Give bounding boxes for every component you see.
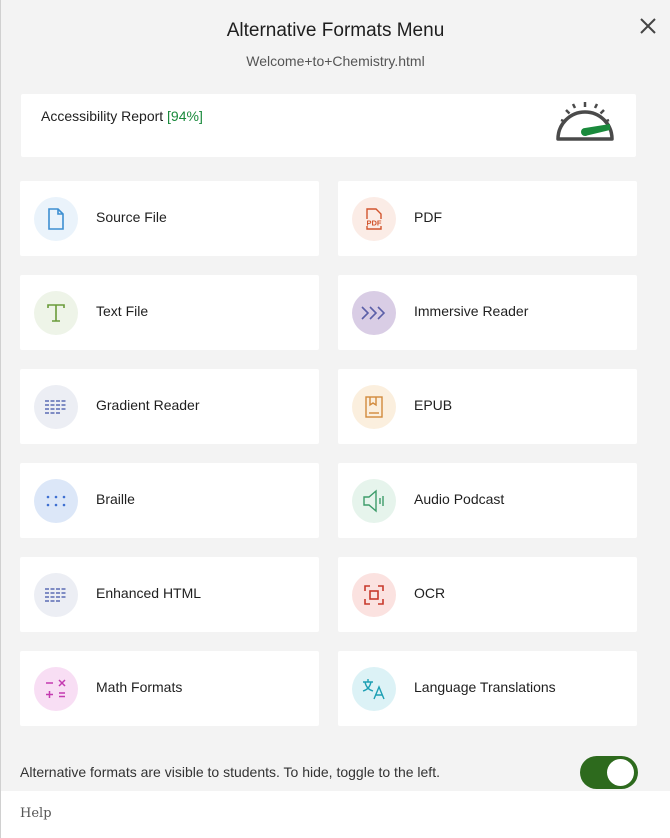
format-label: Math Formats [96,679,183,695]
html-lines-icon [34,573,78,617]
gradient-lines-icon [34,385,78,429]
format-tile-math-formats[interactable]: Math Formats [20,651,319,726]
help-bar: Help [1,791,670,838]
help-link[interactable]: Help [20,806,52,821]
format-tile-enhanced-html[interactable]: Enhanced HTML [20,557,319,632]
chevrons-right-icon [352,291,396,335]
format-tile-ocr[interactable]: OCR [338,557,637,632]
braille-dots-icon [34,479,78,523]
format-tile-text-file[interactable]: Text File [20,275,319,350]
format-label: EPUB [414,397,453,413]
text-t-icon [34,291,78,335]
format-tile-source-file[interactable]: Source File [20,181,319,256]
math-symbols-icon [34,667,78,711]
format-tile-immersive-reader[interactable]: Immersive Reader [338,275,637,350]
format-tile-epub[interactable]: EPUB [338,369,637,444]
accessibility-report[interactable]: Accessibility Report [94%] [21,94,636,157]
format-label: Text File [96,303,149,319]
format-tile-braille[interactable]: Braille [20,463,319,538]
format-label: Immersive Reader [414,303,529,319]
alternative-formats-modal: Alternative Formats Menu Welcome+to+Chem… [0,0,670,838]
format-label: Braille [96,491,135,507]
format-label: Language Translations [414,679,556,695]
modal-title: Alternative Formats Menu [226,20,445,41]
format-tile-pdf[interactable]: PDF PDF [338,181,637,256]
report-score: [94%] [167,108,203,124]
speaker-icon [352,479,396,523]
translate-icon [352,667,396,711]
format-label: Gradient Reader [96,397,200,413]
book-icon [352,385,396,429]
document-icon [34,197,78,241]
close-icon[interactable] [636,14,660,38]
visibility-notice: Alternative formats are visible to stude… [20,764,440,780]
format-tile-language-translations[interactable]: Language Translations [338,651,637,726]
visibility-toggle[interactable] [580,756,638,789]
report-label-text: Accessibility Report [41,108,164,124]
file-name: Welcome+to+Chemistry.html [246,53,425,69]
gauge-icon [556,102,614,141]
format-label: Source File [96,209,167,225]
scan-icon [352,573,396,617]
pdf-icon: PDF [352,197,396,241]
format-label: Audio Podcast [414,491,505,507]
toggle-knob [607,759,634,786]
format-label: OCR [414,585,446,601]
format-tile-gradient-reader[interactable]: Gradient Reader [20,369,319,444]
accessibility-report-label: Accessibility Report [94%] [41,108,203,124]
svg-text:PDF: PDF [367,219,382,228]
format-tile-audio-podcast[interactable]: Audio Podcast [338,463,637,538]
format-label: PDF [414,209,442,225]
format-label: Enhanced HTML [96,585,202,601]
